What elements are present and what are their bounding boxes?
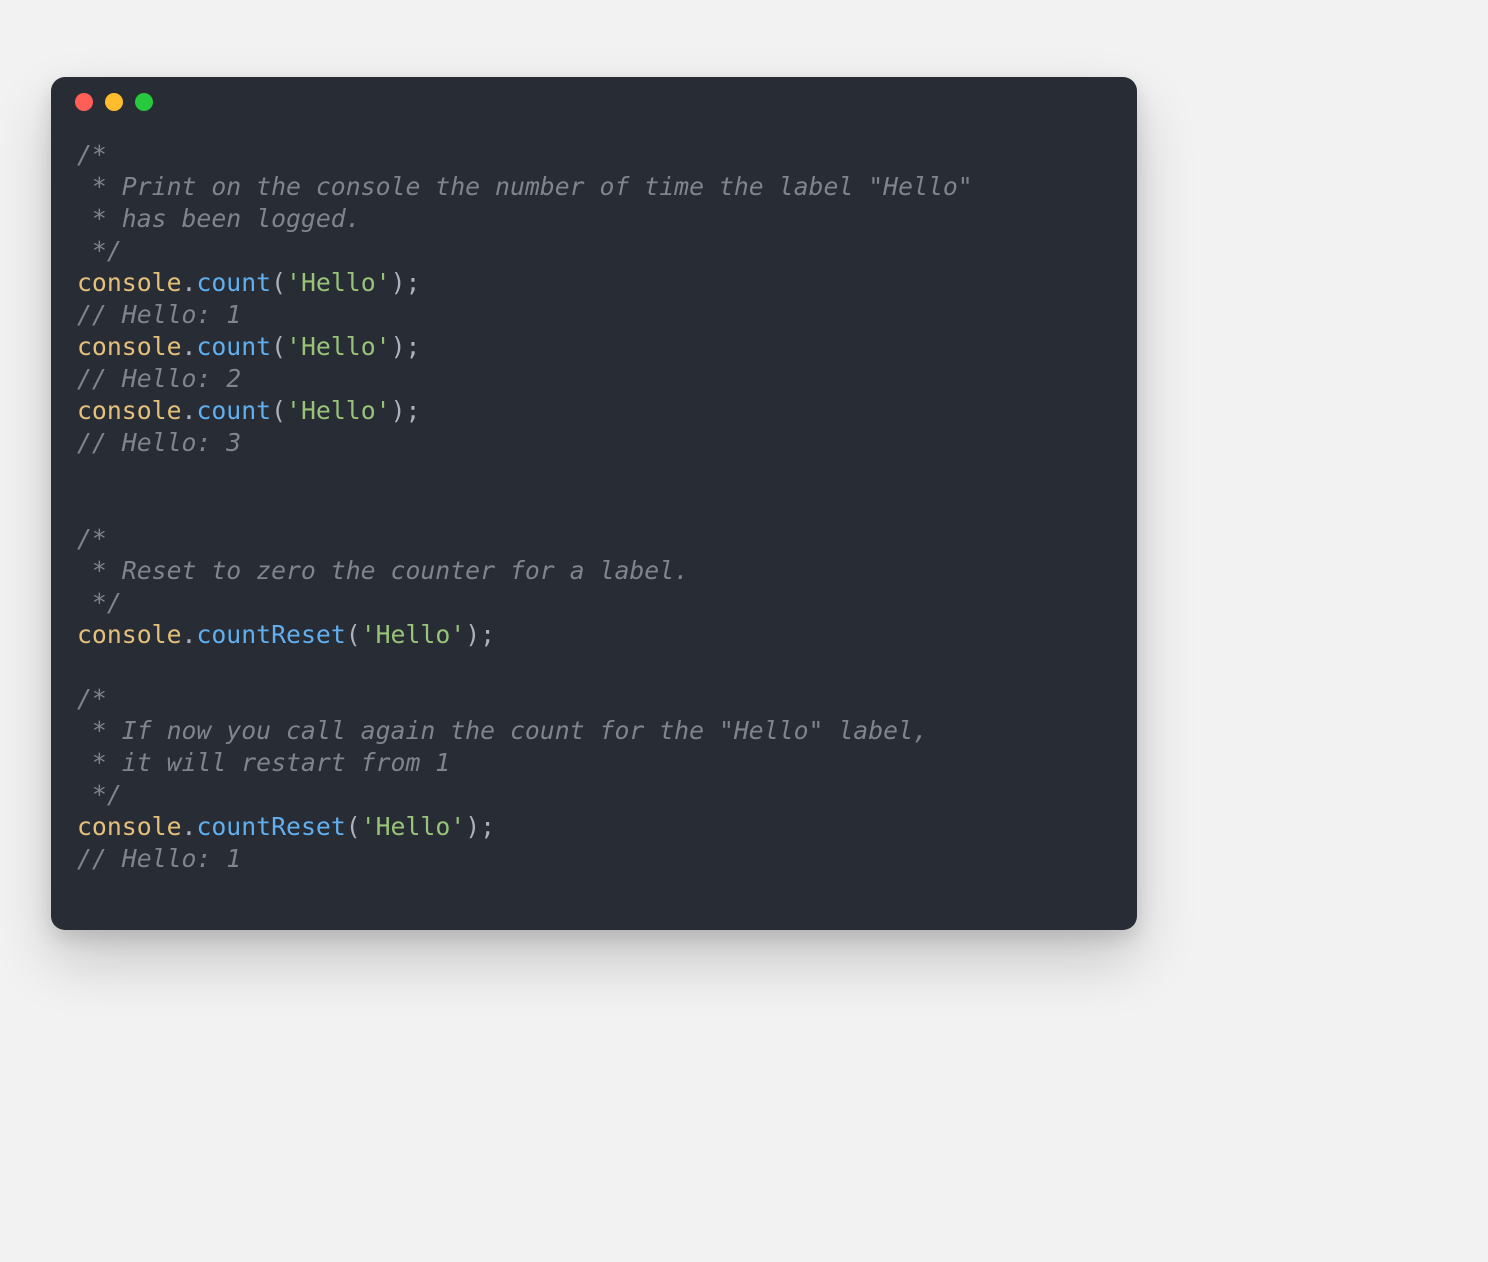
- method-count: count: [196, 332, 271, 361]
- identifier-console: console: [77, 268, 182, 297]
- punct-dot: .: [182, 812, 197, 841]
- comment-line: /*: [77, 684, 107, 713]
- comment-line: /*: [77, 524, 107, 553]
- string-literal: 'Hello': [361, 620, 466, 649]
- comment-line: */: [77, 780, 122, 809]
- method-countreset: countReset: [196, 812, 345, 841]
- comment-output: // Hello: 1: [77, 300, 241, 329]
- punct-paren: );: [465, 620, 495, 649]
- punct-dot: .: [182, 332, 197, 361]
- comment-line: */: [77, 236, 122, 265]
- punct-dot: .: [182, 268, 197, 297]
- code-block[interactable]: /* * Print on the console the number of …: [51, 127, 1137, 905]
- comment-line: * Print on the console the number of tim…: [77, 172, 973, 201]
- punct-paren: );: [391, 332, 421, 361]
- comment-output: // Hello: 2: [77, 364, 241, 393]
- method-countreset: countReset: [196, 620, 345, 649]
- method-count: count: [196, 396, 271, 425]
- string-literal: 'Hello': [286, 396, 391, 425]
- punct-paren: (: [271, 268, 286, 297]
- comment-line: /*: [77, 140, 107, 169]
- code-window: /* * Print on the console the number of …: [51, 77, 1137, 930]
- punct-paren: );: [465, 812, 495, 841]
- comment-line: * If now you call again the count for th…: [77, 716, 928, 745]
- punct-paren: (: [346, 620, 361, 649]
- comment-line: * has been logged.: [77, 204, 361, 233]
- punct-paren: );: [391, 396, 421, 425]
- identifier-console: console: [77, 332, 182, 361]
- punct-paren: (: [346, 812, 361, 841]
- traffic-light-zoom-icon[interactable]: [135, 93, 153, 111]
- comment-output: // Hello: 3: [77, 428, 241, 457]
- punct-paren: (: [271, 332, 286, 361]
- comment-line: */: [77, 588, 122, 617]
- comment-line: * it will restart from 1: [77, 748, 450, 777]
- method-count: count: [196, 268, 271, 297]
- string-literal: 'Hello': [286, 332, 391, 361]
- punct-dot: .: [182, 620, 197, 649]
- punct-dot: .: [182, 396, 197, 425]
- string-literal: 'Hello': [361, 812, 466, 841]
- traffic-light-close-icon[interactable]: [75, 93, 93, 111]
- punct-paren: );: [391, 268, 421, 297]
- comment-output: // Hello: 1: [77, 844, 241, 873]
- identifier-console: console: [77, 812, 182, 841]
- comment-line: * Reset to zero the counter for a label.: [77, 556, 689, 585]
- identifier-console: console: [77, 620, 182, 649]
- traffic-light-minimize-icon[interactable]: [105, 93, 123, 111]
- punct-paren: (: [271, 396, 286, 425]
- window-titlebar: [51, 77, 1137, 127]
- identifier-console: console: [77, 396, 182, 425]
- string-literal: 'Hello': [286, 268, 391, 297]
